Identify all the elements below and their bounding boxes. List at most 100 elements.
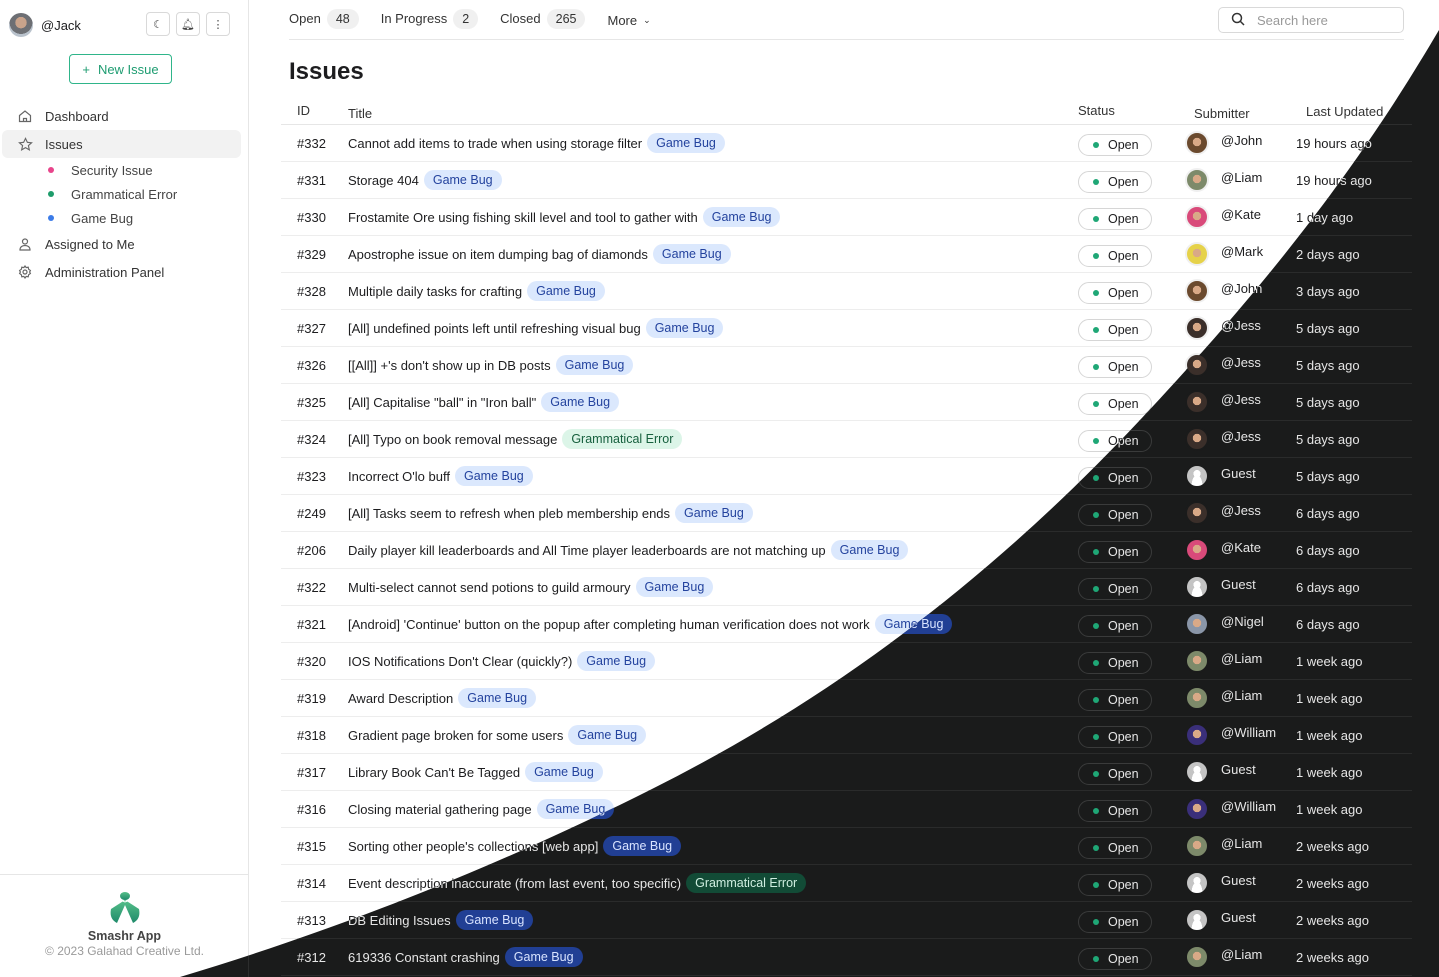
column-header-id[interactable]: ID [281,103,348,124]
table-row[interactable]: #328 Multiple daily tasks for crafting Gam… [281,273,1412,310]
submitter-name[interactable]: @William [1221,799,1276,814]
last-updated: 5 days ago [1296,469,1360,484]
table-row[interactable]: #313DB Editing IssuesGame BugOpenGuest2 … [281,902,1412,939]
submitter-name[interactable]: @Kate [1221,540,1261,555]
issue-tag[interactable]: Game Bug [577,651,656,671]
issue-tag[interactable]: Game Bug [702,207,781,227]
issue-id: #331 [297,172,326,188]
issue-title[interactable]: Award Description [348,691,453,706]
issue-tag[interactable]: Game Bug [525,762,603,782]
issue-title[interactable]: IOS Notifications Don't Clear (quickly?) [348,654,572,669]
issue-tag[interactable]: Game Bug [645,318,724,338]
submitter-name[interactable]: @Jess [1221,429,1261,444]
submitter-name[interactable]: @Jess [1221,392,1261,407]
sidebar-subitem-game-bug[interactable]: Game Bug [0,206,249,230]
issue-title[interactable]: 619336 Constant crashing [348,950,500,965]
tab-more[interactable]: More⌄ [607,10,650,31]
submitter-name[interactable]: @Nigel [1221,614,1264,629]
issue-title[interactable]: Library Book Can't Be Tagged [348,765,520,780]
issue-id: #328 [297,283,326,299]
issue-tag[interactable]: Game Bug [527,281,605,301]
submitter-name[interactable]: @Liam [1221,836,1262,851]
issue-title[interactable]: Gradient page broken for some users [348,728,563,743]
submitter-name[interactable]: @Mark [1221,244,1263,259]
issue-title[interactable]: Frostamite Ore using fishing skill level… [348,210,698,225]
sidebar-item-administration-panel[interactable]: Administration Panel [2,258,241,286]
issue-tag[interactable]: Game Bug [541,392,620,412]
issue-tag[interactable]: Game Bug [635,577,714,597]
issue-title[interactable]: Incorrect O'lo buff [348,469,450,484]
issue-id: #330 [297,209,326,225]
issue-tag[interactable]: Game Bug [675,503,753,523]
sidebar-subitem-grammatical-error[interactable]: Grammatical Error [0,182,249,206]
column-header-status[interactable]: Status [1078,103,1186,124]
issue-title[interactable]: [Android] 'Continue' button on the popup… [348,617,870,632]
submitter-name[interactable]: Guest [1221,762,1256,777]
issue-tag[interactable]: Grammatical Error [562,429,683,449]
more-menu-button[interactable]: ⋮ [206,12,230,36]
sidebar-item-issues[interactable]: Issues [2,130,241,158]
sidebar-item-dashboard[interactable]: Dashboard [2,102,241,130]
issue-title[interactable]: Closing material gathering page [348,802,532,817]
sidebar-subitem-security-issue[interactable]: Security Issue [0,158,249,182]
sidebar-item-assigned-to-me[interactable]: Assigned to Me [2,230,241,258]
notifications-button[interactable]: 🔔︎ [176,12,200,36]
new-issue-button[interactable]: + New Issue [69,54,172,84]
issue-title[interactable]: [[All]] +'s don't show up in DB posts [348,358,551,373]
submitter-name[interactable]: @Liam [1221,688,1262,703]
issue-tag[interactable]: Game Bug [423,170,502,190]
issue-title[interactable]: [All] undefined points left until refres… [348,321,641,336]
search-icon [1231,12,1245,29]
issue-tag[interactable]: Game Bug [603,836,681,856]
issue-title[interactable]: [All] Capitalise "ball" in "Iron ball" [348,395,536,410]
tab-open[interactable]: Open48 [289,8,359,29]
issue-tag[interactable]: Game Bug [458,688,537,708]
issue-tag[interactable]: Grammatical Error [686,873,806,893]
issue-title[interactable]: Cannot add items to trade when using sto… [348,136,642,151]
submitter-name[interactable]: @Jess [1221,355,1261,370]
issue-title[interactable]: [All] Typo on book removal message [348,432,557,447]
submitter-name[interactable]: @Liam [1221,651,1262,666]
issue-tag[interactable]: Game Bug [568,725,647,745]
column-header-submitter[interactable]: Submitter [1186,103,1296,124]
submitter-name[interactable]: Guest [1221,910,1256,925]
issue-title[interactable]: Daily player kill leaderboards and All T… [348,543,826,558]
issue-title[interactable]: Storage 404 [348,173,419,188]
issue-id: #326 [297,357,326,373]
table-row[interactable]: #312 619336 Constant crashing Game Bug Open… [281,939,1412,976]
tab-closed[interactable]: Closed265 [500,8,586,29]
table-row[interactable]: #330 Frostamite Ore using fishing skill l… [281,199,1412,236]
status-dot-icon [1093,660,1099,666]
issue-tag[interactable]: Game Bug [505,947,583,967]
issue-tag[interactable]: Game Bug [456,910,534,930]
tab-in-progress[interactable]: In Progress2 [381,8,479,29]
issue-tag[interactable]: Game Bug [454,466,533,486]
issue-id: #323 [297,468,326,484]
submitter-name[interactable]: @William [1221,725,1276,740]
issue-title[interactable]: Multiple daily tasks for crafting [348,284,522,299]
column-header-title[interactable]: Title [348,103,1078,124]
search-input[interactable]: Search here [1218,7,1404,33]
submitter-name[interactable]: @John [1221,133,1262,148]
issue-tag[interactable]: Game Bug [830,540,909,560]
submitter-name[interactable]: @Liam [1221,947,1262,962]
table-row[interactable]: #331Storage 404Game BugOpen@Liam19 hours… [281,162,1412,199]
user-profile[interactable]: @Jack [9,13,81,37]
submitter-name[interactable]: @Jess [1221,503,1261,518]
issue-title[interactable]: Apostrophe issue on item dumping bag of … [348,247,648,262]
submitter-name[interactable]: @Kate [1221,207,1261,222]
submitter-name[interactable]: Guest [1221,577,1256,592]
table-row[interactable]: #329 Apostrophe issue on item dumping bag… [281,236,1412,273]
issue-tag[interactable]: Game Bug [652,244,731,264]
issue-title[interactable]: Multi-select cannot send potions to guil… [348,580,631,595]
star-icon [17,136,33,152]
submitter-name[interactable]: @Liam [1221,170,1262,185]
issue-tag[interactable]: Game Bug [555,355,634,375]
issue-tag[interactable]: Game Bug [647,133,725,153]
submitter-name[interactable]: Guest [1221,873,1256,888]
issue-title[interactable]: [All] Tasks seem to refresh when pleb me… [348,506,670,521]
table-row[interactable]: #332 Cannot add items to trade when using… [281,125,1412,162]
submitter-name[interactable]: Guest [1221,466,1256,481]
theme-toggle-button[interactable]: ☾ [146,12,170,36]
submitter-avatar [1185,464,1209,488]
